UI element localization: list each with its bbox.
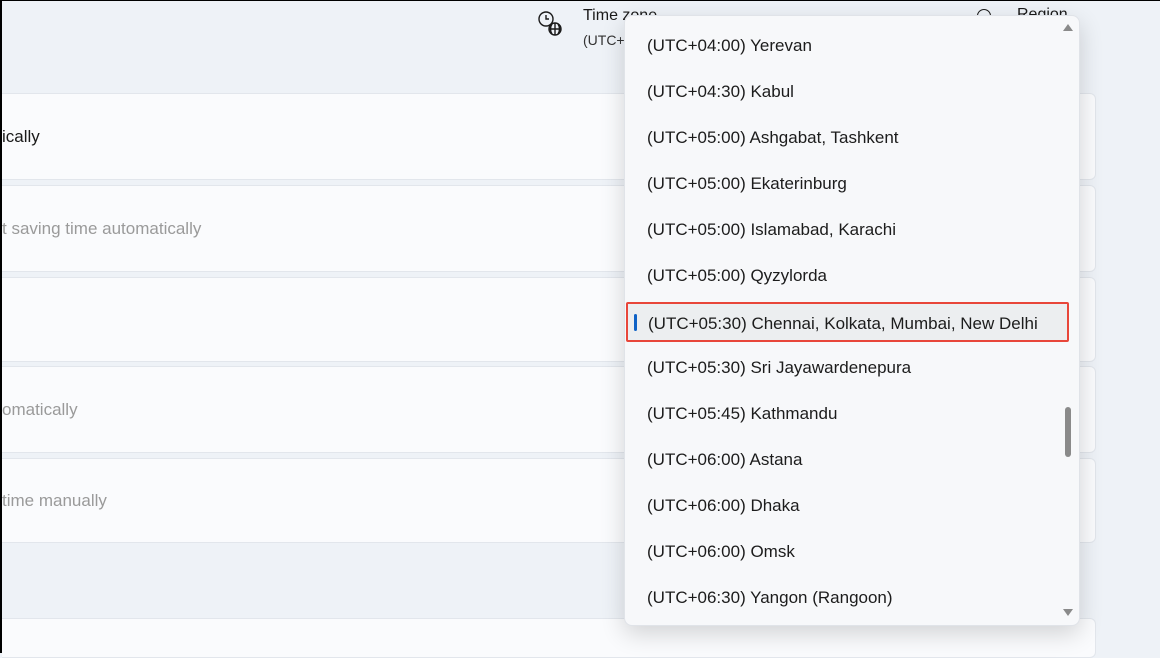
- option-label: (UTC+06:00) Dhaka: [647, 496, 800, 515]
- option-label: (UTC+05:30) Sri Jayawardenepura: [647, 358, 912, 377]
- scroll-down-arrow-icon[interactable]: [1063, 609, 1073, 616]
- timezone-option-selected[interactable]: (UTC+05:30) Chennai, Kolkata, Mumbai, Ne…: [626, 302, 1069, 342]
- option-label: (UTC+05:00) Ekaterinburg: [647, 174, 847, 193]
- selection-indicator: [634, 314, 637, 331]
- option-label: (UTC+06:30) Yangon (Rangoon): [647, 588, 893, 607]
- row-label: ically: [2, 126, 40, 146]
- row-label: time manually: [2, 490, 107, 510]
- timezone-value: (UTC+: [583, 32, 625, 48]
- option-label: (UTC+05:00) Ashgabat, Tashkent: [647, 128, 899, 147]
- option-label: (UTC+05:30) Chennai, Kolkata, Mumbai, Ne…: [648, 314, 1038, 333]
- timezone-icon: [537, 10, 565, 43]
- row-label: omatically: [2, 399, 78, 419]
- timezone-option[interactable]: (UTC+04:30) Kabul: [625, 72, 1067, 112]
- timezone-option[interactable]: (UTC+05:30) Sri Jayawardenepura: [625, 348, 1067, 388]
- timezone-dropdown-list[interactable]: (UTC+04:00) Yerevan (UTC+04:30) Kabul (UTC…: [624, 15, 1080, 626]
- option-label: (UTC+05:00) Qyzylorda: [647, 266, 827, 285]
- timezone-option[interactable]: (UTC+05:45) Kathmandu: [625, 394, 1067, 434]
- timezone-option[interactable]: (UTC+06:00) Dhaka: [625, 486, 1067, 526]
- timezone-option[interactable]: (UTC+06:00) Omsk: [625, 532, 1067, 572]
- option-label: (UTC+05:00) Islamabad, Karachi: [647, 220, 896, 239]
- scrollbar-thumb[interactable]: [1065, 407, 1071, 457]
- timezone-option[interactable]: (UTC+05:00) Qyzylorda: [625, 256, 1067, 296]
- timezone-option[interactable]: (UTC+06:00) Astana: [625, 440, 1067, 480]
- row-label: t saving time automatically: [2, 218, 202, 238]
- timezone-option[interactable]: (UTC+05:00) Ekaterinburg: [625, 164, 1067, 204]
- timezone-option[interactable]: (UTC+05:00) Islamabad, Karachi: [625, 210, 1067, 250]
- option-label: (UTC+05:45) Kathmandu: [647, 404, 838, 423]
- option-label: (UTC+06:00) Astana: [647, 450, 803, 469]
- timezone-option[interactable]: (UTC+06:30) Yangon (Rangoon): [625, 578, 1067, 618]
- timezone-option[interactable]: (UTC+05:00) Ashgabat, Tashkent: [625, 118, 1067, 158]
- option-label: (UTC+04:00) Yerevan: [647, 36, 812, 55]
- option-label: (UTC+04:30) Kabul: [647, 82, 794, 101]
- option-label: (UTC+06:00) Omsk: [647, 542, 795, 561]
- timezone-option[interactable]: (UTC+04:00) Yerevan: [625, 26, 1067, 66]
